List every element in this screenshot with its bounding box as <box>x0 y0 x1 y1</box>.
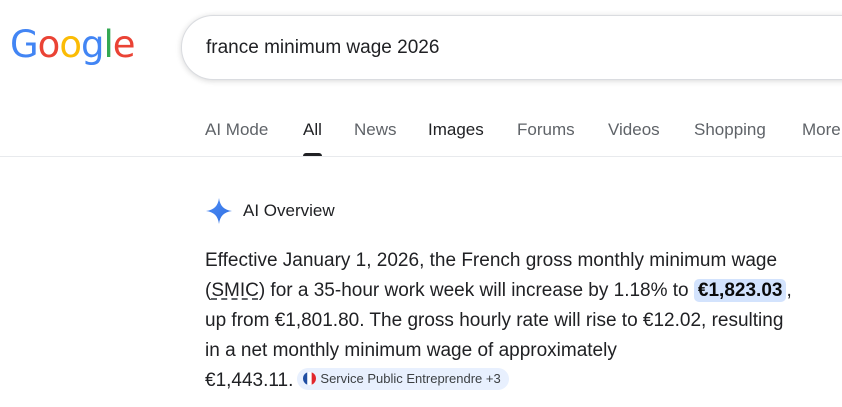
tab-label: All <box>303 120 322 139</box>
logo-letter: G <box>10 23 39 66</box>
ai-overview-line: Effective January 1, 2026, the French gr… <box>205 250 778 271</box>
ai-overview-line: in a net monthly minimum wage of approxi… <box>205 340 617 361</box>
ai-overview-title: AI Overview <box>243 201 335 220</box>
smic-term-link[interactable]: SMIC <box>211 280 259 301</box>
source-chip-label: Service Public Entreprendre +3 <box>320 370 501 386</box>
tab-label: News <box>354 120 397 139</box>
ai-overview-text: ) for a 35-hour work week will increase … <box>258 280 694 301</box>
france-flag-icon <box>303 372 317 386</box>
ai-overview-line: (SMIC) for a 35-hour work week will incr… <box>205 276 835 306</box>
logo-letter: l <box>103 23 113 66</box>
ai-overview-body: Effective January 1, 2026, the French gr… <box>205 246 835 396</box>
tab-label: Images <box>428 120 484 139</box>
logo-letter: g <box>80 23 104 66</box>
google-logo[interactable]: Google <box>10 22 135 68</box>
tab-more[interactable]: More <box>802 110 841 156</box>
tab-ai-mode[interactable]: AI Mode <box>205 110 268 156</box>
source-chip[interactable]: Service Public Entreprendre +3 <box>297 367 509 390</box>
ai-overview-text: €1,443.11. <box>205 370 294 391</box>
logo-letter: e <box>112 23 136 66</box>
tab-label: AI Mode <box>205 120 269 139</box>
sparkle-icon <box>206 198 232 224</box>
ai-overview-text: , <box>786 280 792 301</box>
tab-news[interactable]: News <box>354 110 397 156</box>
ai-overview-line: up from €1,801.80. The gross hourly rate… <box>205 310 784 331</box>
ai-overview-line: €1,443.11. Service Public Entreprendre +3 <box>205 366 835 396</box>
tab-forums[interactable]: Forums <box>517 110 575 156</box>
tab-label: More <box>802 120 841 139</box>
tab-shopping[interactable]: Shopping <box>694 110 766 156</box>
search-box[interactable] <box>181 15 842 80</box>
tab-videos[interactable]: Videos <box>608 110 660 156</box>
tab-label: Videos <box>608 120 660 139</box>
tab-images[interactable]: Images <box>428 110 484 156</box>
tab-all[interactable]: All <box>303 110 322 156</box>
search-results-page: Google AI Mode All News Images Forums Vi… <box>0 0 842 407</box>
tab-label: Shopping <box>694 120 766 139</box>
search-input[interactable] <box>206 16 766 79</box>
tabs-divider <box>0 156 842 157</box>
highlighted-wage-value: €1,823.03 <box>693 279 787 302</box>
logo-letter: o <box>59 23 82 66</box>
logo-letter: o <box>37 23 61 66</box>
tab-label: Forums <box>517 120 575 139</box>
